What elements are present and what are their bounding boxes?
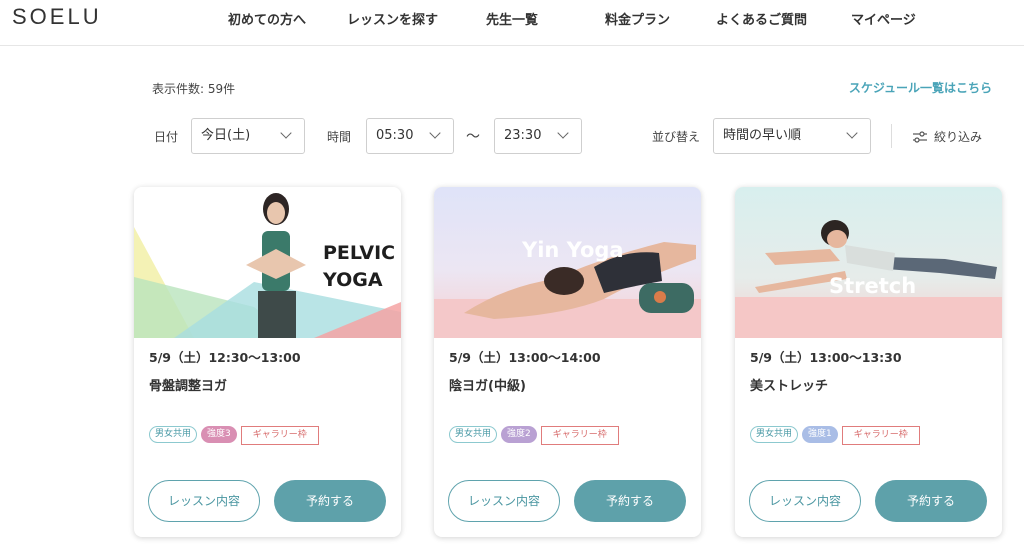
gender-tag: 男女共用	[449, 426, 498, 443]
intensity-tag: 強度2	[501, 426, 537, 443]
gender-tag: 男女共用	[149, 426, 198, 443]
date-select[interactable]: 今日(土)	[191, 118, 305, 154]
lesson-time: 5/9（土）13:00〜13:30	[750, 350, 902, 365]
book-button[interactable]: 予約する	[274, 480, 386, 522]
lesson-thumbnail[interactable]: Stretch	[735, 187, 1002, 338]
thumb-text-line2: YOGA	[322, 269, 383, 291]
filter-divider	[891, 124, 892, 148]
lesson-time: 5/9（土）13:00〜14:00	[449, 350, 601, 365]
lesson-title: 美ストレッチ	[750, 379, 829, 394]
chevron-down-icon	[557, 127, 569, 139]
site-logo[interactable]: SOELU	[12, 4, 102, 30]
result-count: 表示件数: 59件	[152, 82, 236, 96]
time-to-value: 23:30	[504, 128, 542, 143]
lesson-tags: 男女共用 強度3 ギャラリー枠	[149, 426, 319, 445]
sort-select[interactable]: 時間の早い順	[713, 118, 871, 154]
site-header: SOELU 初めての方へ レッスンを探す 先生一覧 料金プラン よくあるご質問 …	[0, 0, 1024, 46]
time-range-separator: 〜	[466, 129, 480, 145]
thumb-text: Yin Yoga	[521, 238, 624, 262]
book-button[interactable]: 予約する	[875, 480, 987, 522]
filter-button[interactable]: 絞り込み	[912, 128, 982, 145]
schedule-list-link[interactable]: スケジュール一覧はこちら	[849, 79, 992, 96]
chevron-down-icon	[846, 127, 858, 139]
intensity-tag: 強度1	[802, 426, 838, 443]
lesson-title: 陰ヨガ(中級)	[449, 379, 526, 394]
lesson-card[interactable]: Stretch 5/9（土）13:00〜13:30 美ストレッチ 男女共用 強度…	[735, 187, 1002, 537]
sort-label: 並び替え	[652, 130, 701, 144]
nav-faq[interactable]: よくあるご質問	[716, 9, 807, 28]
book-button[interactable]: 予約する	[574, 480, 686, 522]
filter-button-label: 絞り込み	[934, 130, 983, 144]
gallery-tag: ギャラリー枠	[540, 426, 619, 445]
thumb-text: Stretch	[829, 274, 916, 298]
nav-first-time[interactable]: 初めての方へ	[228, 9, 306, 28]
sliders-icon	[913, 130, 927, 143]
nav-mypage[interactable]: マイページ	[851, 9, 916, 28]
time-label: 時間	[327, 130, 352, 144]
lesson-card[interactable]: Yin Yoga 5/9（土）13:00〜14:00 陰ヨガ(中級) 男女共用 …	[434, 187, 701, 537]
gender-tag: 男女共用	[750, 426, 799, 443]
lesson-thumbnail[interactable]: Yin Yoga	[434, 187, 701, 338]
lesson-detail-button[interactable]: レッスン内容	[448, 480, 560, 522]
chevron-down-icon	[429, 127, 441, 139]
time-from-value: 05:30	[376, 128, 414, 143]
chevron-down-icon	[280, 127, 292, 139]
gallery-tag: ギャラリー枠	[240, 426, 319, 445]
lesson-time: 5/9（土）12:30〜13:00	[149, 350, 301, 365]
thumb-text-line1: PELVIC	[323, 242, 395, 264]
date-select-value: 今日(土)	[201, 128, 251, 143]
lesson-tags: 男女共用 強度2 ギャラリー枠	[449, 426, 619, 445]
lesson-title: 骨盤調整ヨガ	[149, 379, 228, 394]
nav-teachers[interactable]: 先生一覧	[486, 9, 538, 28]
lesson-thumbnail[interactable]: PELVIC YOGA	[134, 187, 401, 338]
time-from-select[interactable]: 05:30	[366, 118, 454, 154]
nav-pricing[interactable]: 料金プラン	[605, 9, 670, 28]
gallery-tag: ギャラリー枠	[841, 426, 920, 445]
nav-find-lesson[interactable]: レッスンを探す	[347, 9, 438, 28]
lesson-detail-button[interactable]: レッスン内容	[749, 480, 861, 522]
time-to-select[interactable]: 23:30	[494, 118, 582, 154]
lesson-card[interactable]: PELVIC YOGA 5/9（土）12:30〜13:00 骨盤調整ヨガ 男女共…	[134, 187, 401, 537]
intensity-tag: 強度3	[201, 426, 237, 443]
lesson-detail-button[interactable]: レッスン内容	[148, 480, 260, 522]
date-label: 日付	[154, 130, 179, 144]
lesson-tags: 男女共用 強度1 ギャラリー枠	[750, 426, 920, 445]
sort-select-value: 時間の早い順	[723, 128, 802, 143]
